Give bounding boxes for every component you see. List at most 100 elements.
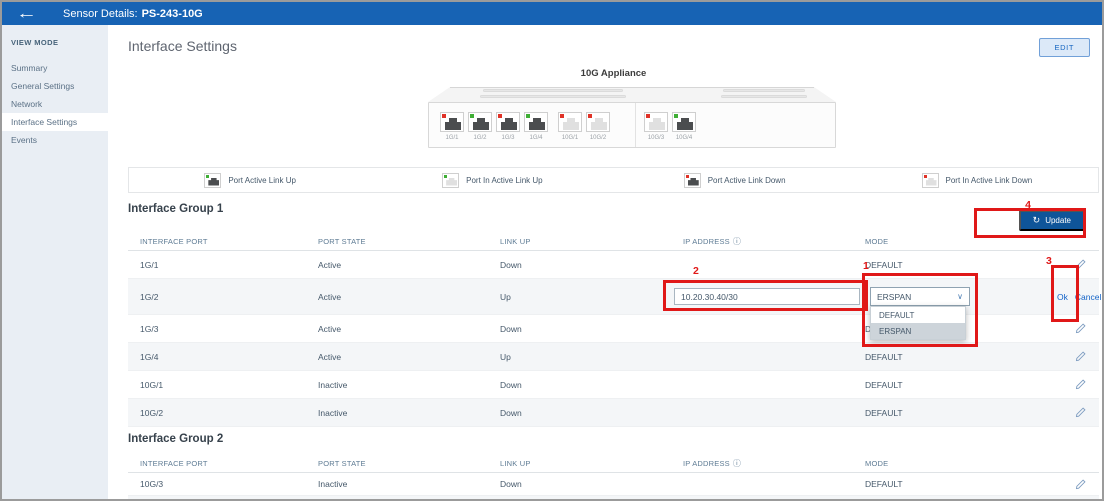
cell-port: 10G/3 (128, 479, 318, 489)
cell-state: Active (318, 324, 500, 334)
cell-state: Inactive (318, 479, 500, 489)
table-header-row: INTERFACE PORT PORT STATE LINK UP IP ADD… (128, 233, 1099, 251)
cell-link: Down (500, 380, 683, 390)
page-title: Interface Settings (128, 38, 237, 54)
appliance-port-10G-2 (586, 112, 610, 132)
cell-mode: DEFAULT (865, 380, 1045, 390)
chassis-vent (721, 95, 807, 98)
cell-state: Active (318, 292, 500, 302)
chassis-vent (723, 89, 805, 92)
ok-link[interactable]: Ok (1057, 292, 1068, 302)
port-inactive-link-down-icon (922, 173, 939, 188)
edit-button[interactable]: EDIT (1039, 38, 1090, 57)
port-inactive-link-up-icon (442, 173, 459, 188)
edit-pencil-icon[interactable] (1075, 323, 1086, 334)
rj45-jack-icon (649, 118, 665, 130)
sidebar-item-interface-settings[interactable]: Interface Settings (2, 113, 108, 131)
back-arrow-icon[interactable]: ← (16, 6, 37, 21)
table-header-row: INTERFACE PORT PORT STATE LINK UP IP ADD… (128, 455, 1099, 473)
update-button-label: Update (1045, 216, 1071, 225)
table-row: 10G/2 Inactive Down DEFAULT (128, 399, 1099, 427)
mode-select[interactable]: ERSPAN ∨ (870, 287, 970, 306)
sidebar-item-summary[interactable]: Summary (2, 59, 108, 77)
window-title-prefix: Sensor Details: (63, 8, 138, 20)
port-label: 1G/1 (437, 135, 467, 141)
cancel-link[interactable]: Cancel (1075, 292, 1101, 302)
mode-dropdown-list: DEFAULT ERSPAN (870, 306, 966, 340)
table-row: 10G/1 Inactive Down DEFAULT (128, 371, 1099, 399)
port-label: 1G/4 (521, 135, 551, 141)
edit-pencil-icon[interactable] (1075, 479, 1086, 490)
top-bar: ← Sensor Details: PS-243-10G (2, 2, 1102, 25)
cell-state: Active (318, 260, 500, 270)
appliance-title: 10G Appliance (128, 68, 1099, 79)
mode-selected-value: ERSPAN (877, 292, 911, 302)
info-icon[interactable]: ⓘ (733, 237, 741, 246)
appliance-port-1G-1 (440, 112, 464, 132)
port-label: 10G/3 (641, 135, 671, 141)
ip-header-label: IP ADDRESS (683, 237, 730, 246)
table-row: 1G/4 Active Up DEFAULT (128, 343, 1099, 371)
mode-option-default[interactable]: DEFAULT (871, 307, 965, 323)
port-led-down (442, 114, 446, 118)
cell-port: 1G/1 (128, 260, 318, 270)
col-link-up: LINK UP (500, 459, 683, 468)
port-led-down (588, 114, 592, 118)
interface-group-2-table: INTERFACE PORT PORT STATE LINK UP IP ADD… (128, 455, 1099, 499)
table-row: 1G/1 Active Down DEFAULT (128, 251, 1099, 279)
port-active-link-up-icon (204, 173, 221, 188)
col-interface-port: INTERFACE PORT (128, 237, 318, 246)
edit-pencil-icon[interactable] (1075, 407, 1086, 418)
legend-item: Port In Active Link Up (371, 173, 613, 188)
interface-group-1-table: INTERFACE PORT PORT STATE LINK UP IP ADD… (128, 233, 1099, 427)
cell-link: Up (500, 352, 683, 362)
col-port-state: PORT STATE (318, 459, 500, 468)
sidebar-item-general-settings[interactable]: General Settings (2, 77, 108, 95)
cell-port: 1G/4 (128, 352, 318, 362)
info-icon[interactable]: ⓘ (733, 459, 741, 468)
sidebar-item-events[interactable]: Events (2, 131, 108, 149)
sensor-name: PS-243-10G (142, 8, 203, 20)
cell-mode: DEFAULT (865, 479, 1045, 489)
rj45-jack-icon (677, 118, 693, 130)
col-mode: MODE (865, 237, 1045, 246)
rj45-jack-icon (501, 118, 517, 130)
appliance-port-1G-4 (524, 112, 548, 132)
port-led-down (646, 114, 650, 118)
legend-label: Port In Active Link Down (946, 176, 1033, 185)
main-content: Interface Settings EDIT 10G Appliance 1G… (108, 25, 1102, 499)
col-interface-port: INTERFACE PORT (128, 459, 318, 468)
sidebar-heading: VIEW MODE (2, 38, 108, 59)
cell-port: 1G/2 (128, 292, 318, 302)
ip-address-input[interactable] (674, 288, 860, 305)
cell-link: Up (500, 292, 683, 302)
cell-port: 10G/2 (128, 408, 318, 418)
legend-item: Port In Active Link Down (856, 173, 1098, 188)
chassis-vent (480, 95, 626, 98)
port-state-legend: Port Active Link Up Port In Active Link … (128, 167, 1099, 193)
cell-state: Active (318, 352, 500, 362)
cell-port: 1G/3 (128, 324, 318, 334)
mode-option-erspan[interactable]: ERSPAN (871, 323, 965, 339)
port-led-up (674, 114, 678, 118)
refresh-icon: ↻ (1033, 216, 1041, 225)
col-port-state: PORT STATE (318, 237, 500, 246)
update-button[interactable]: ↻ Update 4 (1019, 210, 1085, 231)
chassis-vent (483, 89, 623, 92)
edit-pencil-icon[interactable] (1075, 259, 1086, 270)
window-title: Sensor Details: PS-243-10G (63, 8, 203, 20)
cell-state: Inactive (318, 408, 500, 418)
appliance-port-10G-4 (672, 112, 696, 132)
port-active-link-down-icon (684, 173, 701, 188)
edit-pencil-icon[interactable] (1075, 351, 1086, 362)
port-led-up (526, 114, 530, 118)
view-mode-sidebar: VIEW MODE Summary General Settings Netwo… (2, 25, 108, 499)
appliance-port-10G-1 (558, 112, 582, 132)
legend-item: Port Active Link Up (129, 173, 371, 188)
port-led-up (470, 114, 474, 118)
edit-pencil-icon[interactable] (1075, 379, 1086, 390)
chevron-down-icon: ∨ (957, 292, 963, 301)
cell-mode: DEFAULT (865, 352, 1045, 362)
sidebar-item-network[interactable]: Network (2, 95, 108, 113)
interface-group-1-title: Interface Group 1 (128, 203, 1099, 215)
